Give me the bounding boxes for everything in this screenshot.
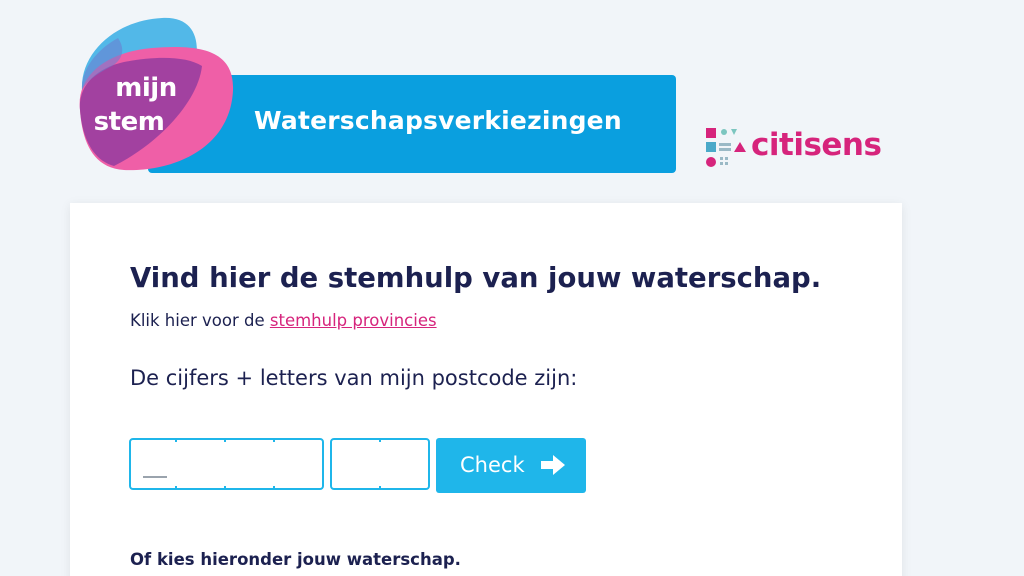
check-button-label: Check (460, 453, 525, 477)
postcode-digits-input[interactable] (129, 438, 324, 490)
input-cursor (143, 476, 167, 478)
check-button[interactable]: Check (436, 438, 586, 493)
slot-divider (273, 438, 275, 442)
postcode-letters-input[interactable] (330, 438, 430, 490)
page: Waterschapsverkiezingen mijn stem citise… (0, 0, 1024, 576)
slot-divider (379, 438, 381, 442)
slot-divider (224, 486, 226, 490)
arrow-right-icon (541, 455, 565, 475)
logo-text-mijn: mijn (115, 73, 177, 103)
slot-divider (273, 486, 275, 490)
choose-waterschap-text: Of kies hieronder jouw waterschap. (130, 550, 461, 569)
slot-divider (224, 438, 226, 442)
banner-title: Waterschapsverkiezingen (254, 106, 622, 135)
intro-line: Klik hier voor de stemhulp provincies (130, 311, 437, 330)
logo-text-stem: stem (93, 107, 165, 137)
slot-divider (175, 486, 177, 490)
stemhulp-provincies-link[interactable]: stemhulp provincies (270, 311, 437, 330)
citisens-mark-icon (706, 128, 746, 167)
slot-divider (175, 438, 177, 442)
postcode-label: De cijfers + letters van mijn postcode z… (130, 366, 578, 390)
slot-divider (379, 486, 381, 490)
intro-text: Klik hier voor de (130, 311, 265, 330)
citisens-wordmark: citisens (751, 127, 882, 163)
page-title: Vind hier de stemhulp van jouw waterscha… (130, 262, 822, 294)
